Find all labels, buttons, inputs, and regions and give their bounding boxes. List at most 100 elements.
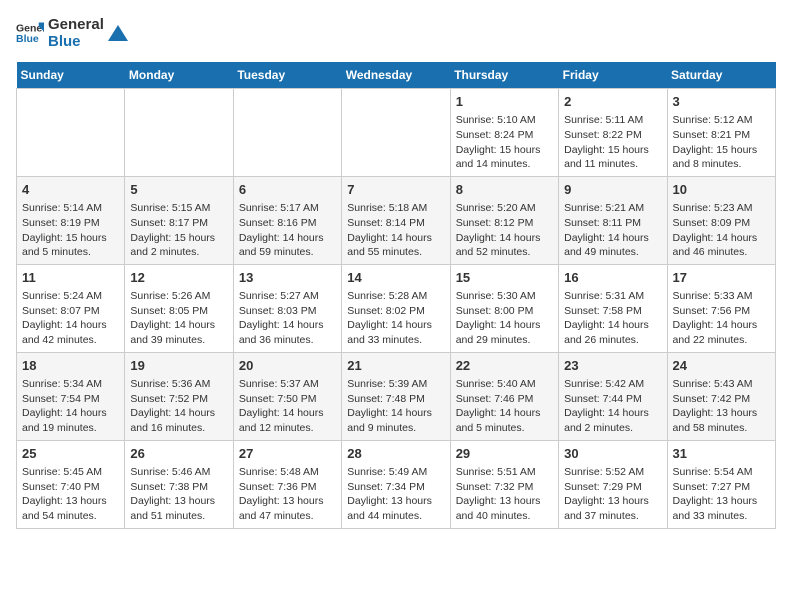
day-header-monday: Monday <box>125 62 233 89</box>
day-info: Daylight: 13 hours <box>456 494 553 509</box>
logo-icon: General Blue <box>16 19 44 47</box>
day-info: Sunset: 7:56 PM <box>673 304 770 319</box>
day-info: Daylight: 15 hours <box>456 143 553 158</box>
day-info: Daylight: 14 hours <box>564 231 661 246</box>
day-info: Sunrise: 5:34 AM <box>22 377 119 392</box>
calendar-table: SundayMondayTuesdayWednesdayThursdayFrid… <box>16 62 776 529</box>
day-info: Daylight: 15 hours <box>22 231 119 246</box>
day-info: Sunset: 7:36 PM <box>239 480 336 495</box>
day-info: Sunset: 7:40 PM <box>22 480 119 495</box>
day-info: Daylight: 14 hours <box>239 318 336 333</box>
day-info: Sunset: 7:38 PM <box>130 480 227 495</box>
day-number: 4 <box>22 181 119 199</box>
day-number: 23 <box>564 357 661 375</box>
day-number: 24 <box>673 357 770 375</box>
day-number: 6 <box>239 181 336 199</box>
calendar-cell: 25Sunrise: 5:45 AMSunset: 7:40 PMDayligh… <box>17 440 125 528</box>
day-info: Daylight: 14 hours <box>22 406 119 421</box>
day-header-sunday: Sunday <box>17 62 125 89</box>
day-info: Sunset: 7:50 PM <box>239 392 336 407</box>
calendar-cell: 29Sunrise: 5:51 AMSunset: 7:32 PMDayligh… <box>450 440 558 528</box>
day-info: Daylight: 14 hours <box>456 318 553 333</box>
day-info: Sunset: 8:24 PM <box>456 128 553 143</box>
day-info: Sunrise: 5:46 AM <box>130 465 227 480</box>
day-number: 2 <box>564 93 661 111</box>
day-info: Daylight: 14 hours <box>673 318 770 333</box>
day-info: Daylight: 14 hours <box>130 406 227 421</box>
calendar-cell: 28Sunrise: 5:49 AMSunset: 7:34 PMDayligh… <box>342 440 450 528</box>
day-info: Sunset: 7:52 PM <box>130 392 227 407</box>
day-number: 25 <box>22 445 119 463</box>
day-info: Sunset: 7:27 PM <box>673 480 770 495</box>
day-number: 3 <box>673 93 770 111</box>
day-info: Sunrise: 5:42 AM <box>564 377 661 392</box>
day-info: and 26 minutes. <box>564 333 661 348</box>
day-info: Sunset: 8:12 PM <box>456 216 553 231</box>
day-info: and 46 minutes. <box>673 245 770 260</box>
day-number: 15 <box>456 269 553 287</box>
day-info: Daylight: 14 hours <box>130 318 227 333</box>
day-info: and 8 minutes. <box>673 157 770 172</box>
day-info: and 36 minutes. <box>239 333 336 348</box>
day-header-wednesday: Wednesday <box>342 62 450 89</box>
day-info: and 22 minutes. <box>673 333 770 348</box>
day-info: Daylight: 14 hours <box>564 406 661 421</box>
day-info: Sunrise: 5:33 AM <box>673 289 770 304</box>
day-info: and 29 minutes. <box>456 333 553 348</box>
day-info: Sunset: 8:00 PM <box>456 304 553 319</box>
day-header-saturday: Saturday <box>667 62 775 89</box>
day-info: Daylight: 13 hours <box>673 406 770 421</box>
day-info: and 47 minutes. <box>239 509 336 524</box>
day-info: Daylight: 15 hours <box>673 143 770 158</box>
day-number: 1 <box>456 93 553 111</box>
day-info: Sunrise: 5:10 AM <box>456 113 553 128</box>
day-info: Daylight: 13 hours <box>673 494 770 509</box>
day-info: and 14 minutes. <box>456 157 553 172</box>
day-info: and 51 minutes. <box>130 509 227 524</box>
day-info: Sunrise: 5:40 AM <box>456 377 553 392</box>
day-info: Sunset: 8:02 PM <box>347 304 444 319</box>
day-number: 16 <box>564 269 661 287</box>
day-info: and 42 minutes. <box>22 333 119 348</box>
day-info: Sunrise: 5:28 AM <box>347 289 444 304</box>
day-number: 11 <box>22 269 119 287</box>
calendar-cell: 21Sunrise: 5:39 AMSunset: 7:48 PMDayligh… <box>342 352 450 440</box>
day-info: Sunset: 8:17 PM <box>130 216 227 231</box>
day-number: 18 <box>22 357 119 375</box>
day-info: Sunset: 7:42 PM <box>673 392 770 407</box>
logo-general: General <box>48 16 104 33</box>
day-info: and 58 minutes. <box>673 421 770 436</box>
svg-text:Blue: Blue <box>16 33 39 45</box>
calendar-cell <box>17 89 125 177</box>
calendar-cell: 9Sunrise: 5:21 AMSunset: 8:11 PMDaylight… <box>559 176 667 264</box>
day-info: Daylight: 14 hours <box>673 231 770 246</box>
day-number: 20 <box>239 357 336 375</box>
day-info: and 55 minutes. <box>347 245 444 260</box>
day-info: Daylight: 14 hours <box>347 406 444 421</box>
day-info: Sunrise: 5:14 AM <box>22 201 119 216</box>
day-info: Daylight: 14 hours <box>456 231 553 246</box>
day-info: Sunrise: 5:21 AM <box>564 201 661 216</box>
day-number: 7 <box>347 181 444 199</box>
calendar-cell: 27Sunrise: 5:48 AMSunset: 7:36 PMDayligh… <box>233 440 341 528</box>
day-info: Sunset: 8:16 PM <box>239 216 336 231</box>
day-info: Sunrise: 5:39 AM <box>347 377 444 392</box>
calendar-cell: 20Sunrise: 5:37 AMSunset: 7:50 PMDayligh… <box>233 352 341 440</box>
day-info: and 2 minutes. <box>130 245 227 260</box>
calendar-cell: 13Sunrise: 5:27 AMSunset: 8:03 PMDayligh… <box>233 264 341 352</box>
day-number: 29 <box>456 445 553 463</box>
calendar-cell: 11Sunrise: 5:24 AMSunset: 8:07 PMDayligh… <box>17 264 125 352</box>
day-info: Sunset: 8:19 PM <box>22 216 119 231</box>
day-info: and 5 minutes. <box>22 245 119 260</box>
day-number: 21 <box>347 357 444 375</box>
calendar-cell: 24 Sunrise: 5:43 AMSunset: 7:42 PMDayligh… <box>667 352 775 440</box>
day-info: Sunrise: 5:48 AM <box>239 465 336 480</box>
calendar-cell: 4 Sunrise: 5:14 AMSunset: 8:19 PMDaylight… <box>17 176 125 264</box>
header: General Blue General Blue <box>16 16 776 50</box>
day-info: Sunrise: 5:30 AM <box>456 289 553 304</box>
day-info: Sunset: 7:46 PM <box>456 392 553 407</box>
day-info: Sunrise: 5:43 AM <box>673 377 770 392</box>
day-info: Daylight: 14 hours <box>564 318 661 333</box>
day-info: Daylight: 14 hours <box>239 231 336 246</box>
day-info: Sunrise: 5:11 AM <box>564 113 661 128</box>
